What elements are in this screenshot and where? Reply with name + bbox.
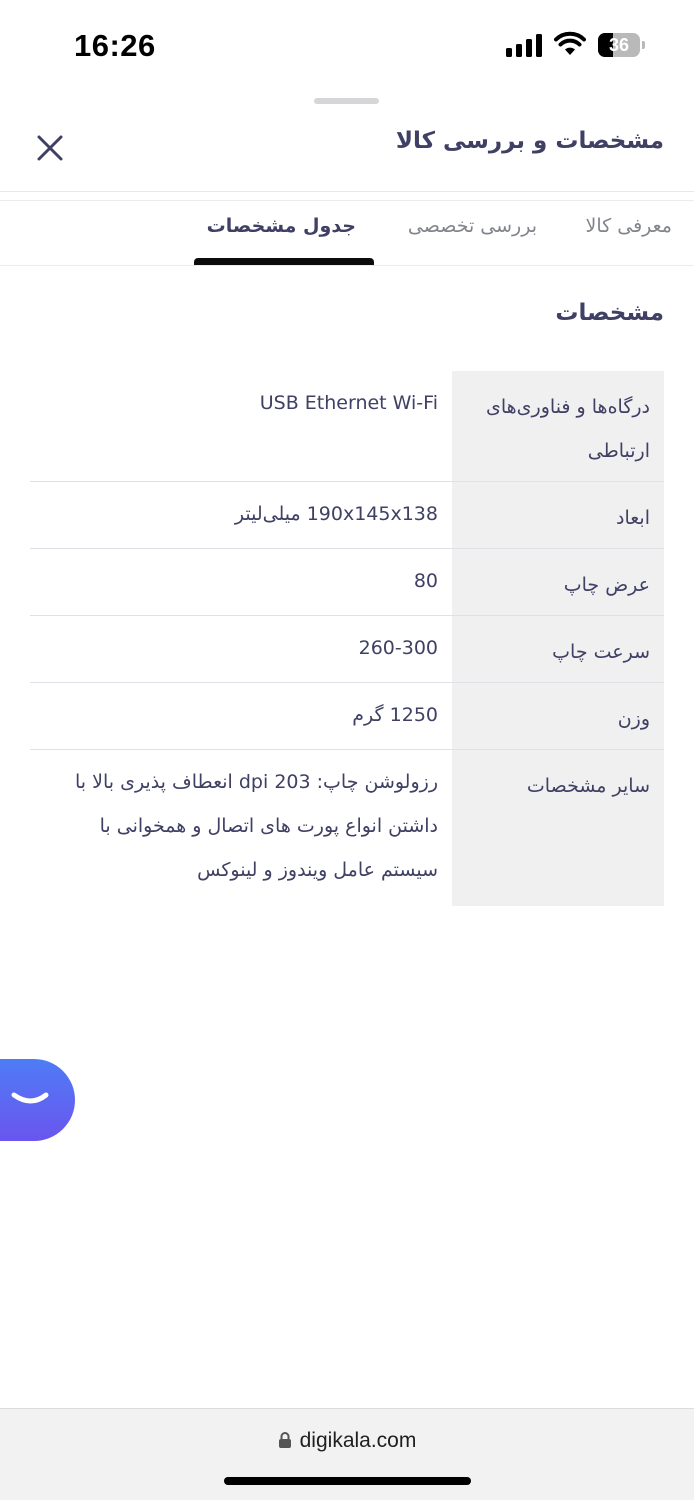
spec-value: 80 [413,570,438,592]
page-title: مشخصات و بررسی کالا [395,128,664,154]
spec-row: عرض چاپ 80 [30,549,664,616]
spec-label: درگاه‌ها و فناوری‌های ارتباطی [452,371,664,481]
battery-level: 36 [608,35,630,55]
home-indicator[interactable] [224,1477,471,1485]
battery-icon: 36 [598,33,640,57]
spec-label: سایر مشخصات [452,750,664,906]
lock-icon [278,1432,291,1448]
tab-specifications[interactable]: جدول مشخصات [207,215,356,237]
spec-value: 190x145x138 میلی‌لیتر [234,503,438,525]
spec-row: ابعاد 190x145x138 میلی‌لیتر [30,482,664,549]
status-bar: 16:26 36 [0,0,694,90]
tab-product-intro[interactable]: معرفی کالا [586,215,672,237]
tab-expert-review[interactable]: بررسی تخصصی [408,215,537,237]
active-tab-indicator [194,258,374,265]
spec-row: سایر مشخصات رزولوشن چاپ: 203 dpi انعطاف … [30,750,664,906]
spec-row: سرعت چاپ 260-300 [30,616,664,683]
spec-table: درگاه‌ها و فناوری‌های ارتباطی USB Ethern… [30,371,664,906]
spec-label: عرض چاپ [452,549,664,615]
smile-chat-icon [11,1092,49,1104]
section-title: مشخصات [555,300,664,326]
spec-label: وزن [452,683,664,749]
spec-row: درگاه‌ها و فناوری‌های ارتباطی USB Ethern… [30,371,664,482]
url-display[interactable]: digikala.com [0,1429,694,1453]
spec-row: وزن 1250 گرم [30,683,664,750]
sheet-header: مشخصات و بررسی کالا [0,110,694,192]
url-text: digikala.com [299,1429,417,1452]
browser-url-bar[interactable]: digikala.com [0,1408,694,1500]
spec-value: USB Ethernet Wi-Fi [259,392,438,414]
cellular-signal-icon [506,33,544,57]
wifi-icon [554,31,586,55]
status-time: 16:26 [74,28,156,63]
battery-nub [642,41,645,49]
spec-value: 1250 گرم [352,704,438,726]
sheet-drag-handle[interactable] [314,98,379,104]
spec-value: 260-300 [358,637,438,659]
spec-label: ابعاد [452,482,664,548]
spec-label: سرعت چاپ [452,616,664,682]
chat-button[interactable] [0,1059,75,1141]
tab-bar: معرفی کالا بررسی تخصصی جدول مشخصات [0,200,694,266]
spec-value: رزولوشن چاپ: 203 dpi انعطاف پذیری بالا ب… [75,771,438,881]
close-icon[interactable] [32,130,68,166]
